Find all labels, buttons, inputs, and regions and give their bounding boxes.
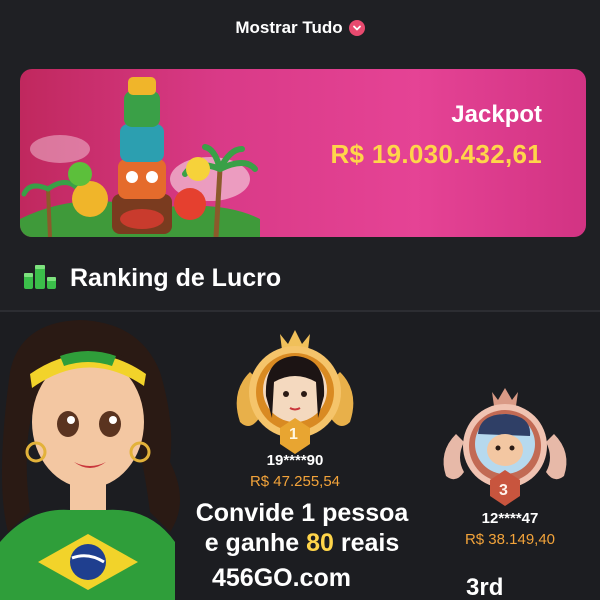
mascot-girl-illustration bbox=[0, 320, 181, 600]
show-all-label: Mostrar Tudo bbox=[235, 18, 343, 37]
tiki-totem-illustration bbox=[20, 77, 260, 237]
promo-site: 456GO.com bbox=[212, 564, 351, 592]
jackpot-banner[interactable]: Jackpot R$ 19.030.432,61 bbox=[20, 69, 586, 237]
rank-3-name: 12****47 bbox=[481, 510, 539, 527]
promo-line-2-prefix: e ganhe bbox=[204, 529, 307, 557]
jackpot-label: Jackpot bbox=[451, 101, 542, 128]
rank-1-name: 19****90 bbox=[266, 452, 324, 469]
promo-line-1: Convide 1 pessoa bbox=[195, 499, 409, 527]
ranking-chart-icon bbox=[20, 261, 60, 296]
rank-1-card[interactable]: 19****90 R$ 47.255,54 bbox=[230, 452, 360, 490]
jackpot-value: R$ 19.030.432,61 bbox=[330, 139, 542, 169]
rank-1-amount: R$ 47.255,54 bbox=[249, 473, 341, 490]
promo-line-2: e ganhe 80 reais bbox=[176, 528, 428, 558]
chevron-down-icon bbox=[348, 20, 365, 36]
ranking-panel: 1 19****90 R$ 47.255,54 3 12****47 R$ 38… bbox=[0, 312, 600, 600]
promo-text: Convide 1 pessoa e ganhe 80 reais bbox=[176, 498, 428, 558]
rank-3-amount: R$ 38.149,40 bbox=[464, 531, 556, 548]
rank-3-number: 3 bbox=[499, 482, 508, 499]
promo-highlight: 80 bbox=[306, 529, 334, 557]
rank-3-card[interactable]: 12****47 R$ 38.149,40 bbox=[440, 510, 580, 548]
ranking-title: Ranking de Lucro bbox=[70, 263, 282, 292]
ranking-header: Ranking de Lucro bbox=[20, 258, 281, 298]
top-bar: Mostrar Tudo bbox=[0, 0, 600, 56]
promo-line-2-suffix: reais bbox=[333, 529, 400, 557]
rank-1-number: 1 bbox=[289, 426, 298, 443]
show-all-button[interactable]: Mostrar Tudo bbox=[235, 18, 365, 38]
third-place-label: 3rd bbox=[466, 574, 504, 600]
